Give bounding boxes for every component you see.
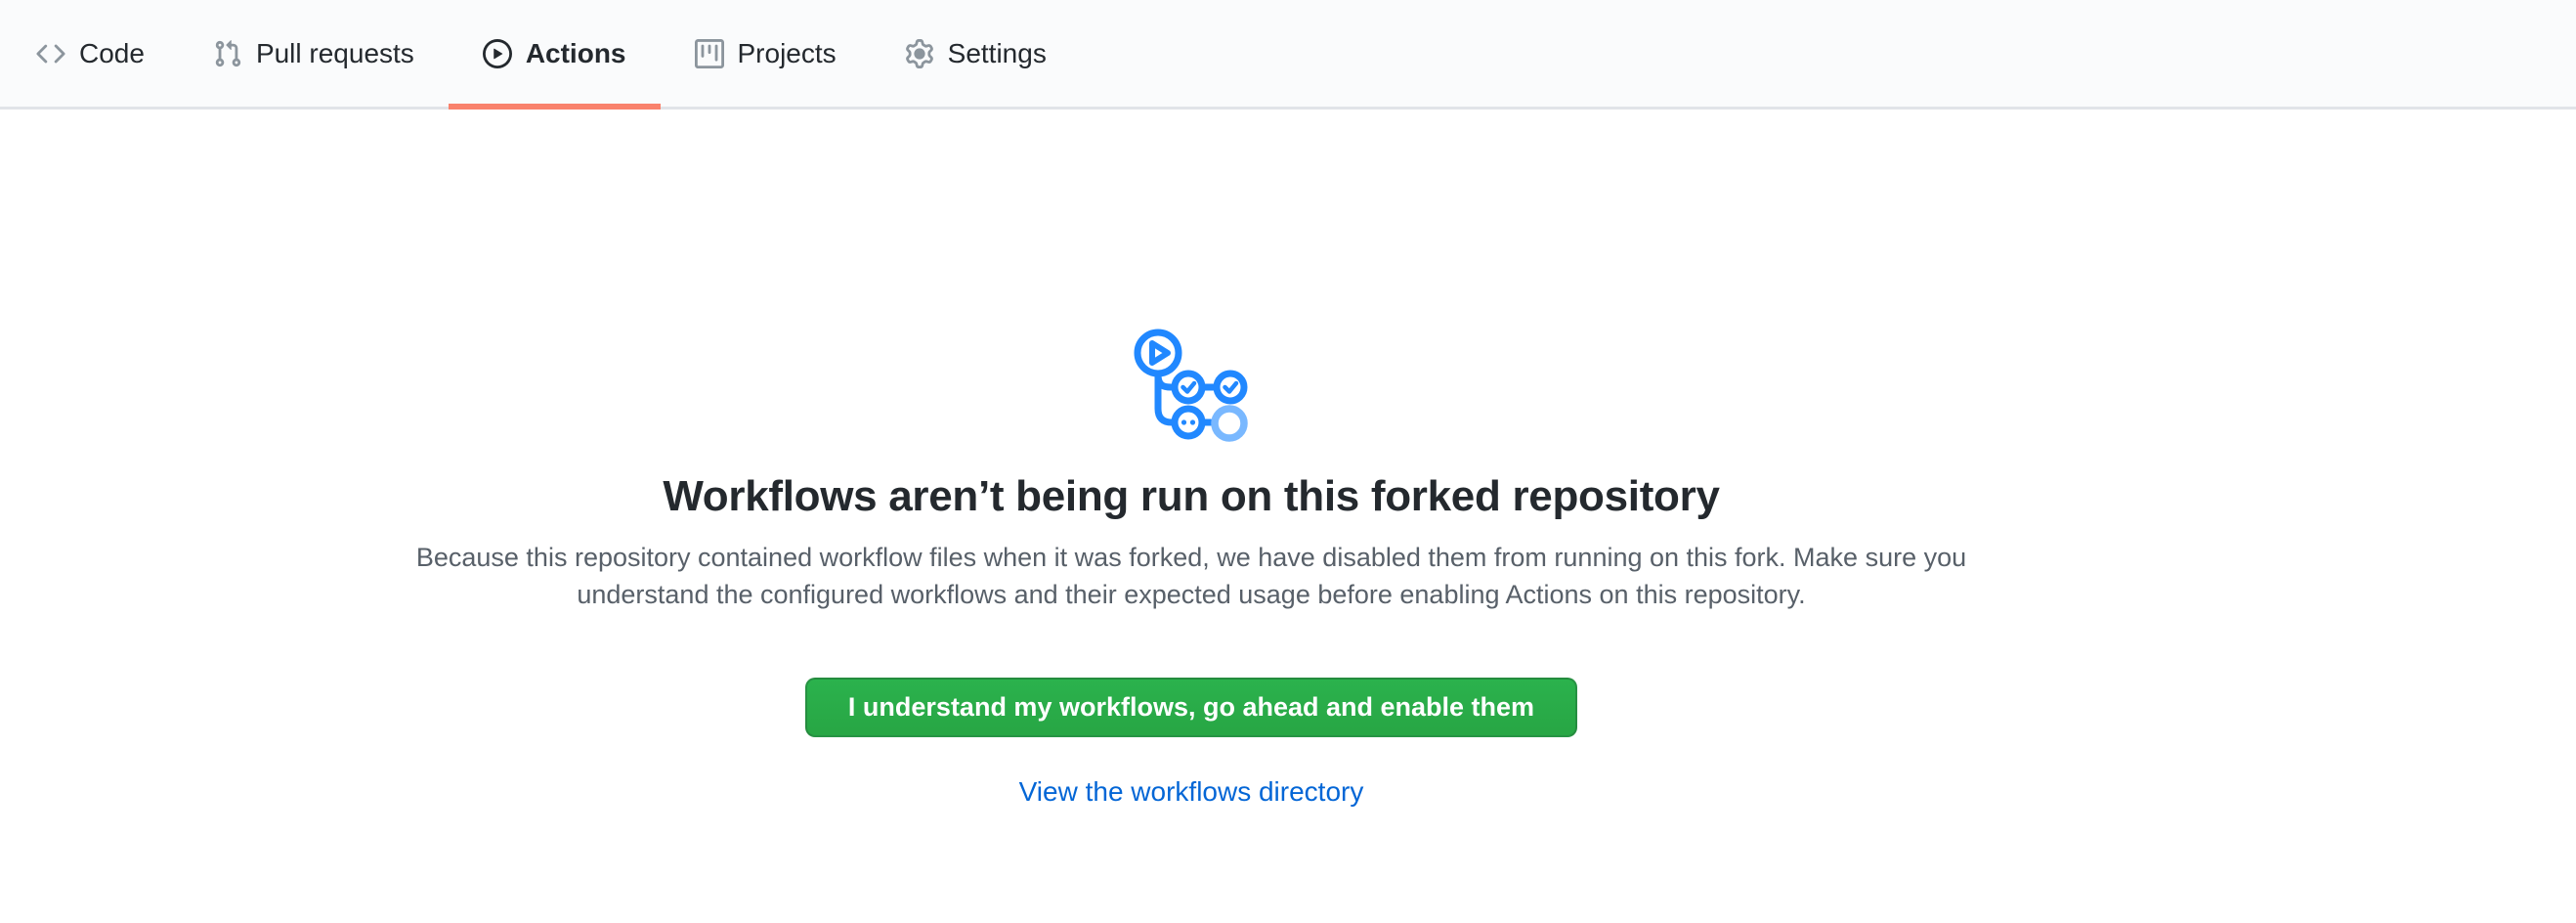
actions-disabled-blankslate: Workflows aren’t being run on this forke… [0,110,2383,808]
workflow-graph-icon [1125,326,1258,443]
tab-pull-requests[interactable]: Pull requests [179,0,449,107]
code-icon [36,39,65,68]
link-row: View the workflows directory [0,776,2383,808]
git-pull-request-icon [213,39,242,68]
page-title: Workflows aren’t being run on this forke… [0,468,2383,525]
tab-actions-label: Actions [526,40,626,67]
tab-code[interactable]: Code [2,0,179,107]
tab-settings[interactable]: Settings [871,0,1081,107]
tab-pull-requests-label: Pull requests [256,40,414,67]
description-text: Because this repository contained workfl… [395,539,1988,613]
project-icon [695,39,724,68]
repo-nav: Code Pull requests Actions Projects Sett… [0,0,2576,110]
enable-workflows-button[interactable]: I understand my workflows, go ahead and … [805,678,1577,737]
tab-settings-label: Settings [948,40,1047,67]
button-row: I understand my workflows, go ahead and … [0,678,2383,737]
active-tab-underline [449,104,661,110]
tab-code-label: Code [79,40,145,67]
gear-icon [905,39,934,68]
tab-projects[interactable]: Projects [661,0,871,107]
tab-projects-label: Projects [738,40,837,67]
tab-actions[interactable]: Actions [449,0,661,107]
view-workflows-directory-link[interactable]: View the workflows directory [1019,776,1364,807]
play-icon [483,39,512,68]
